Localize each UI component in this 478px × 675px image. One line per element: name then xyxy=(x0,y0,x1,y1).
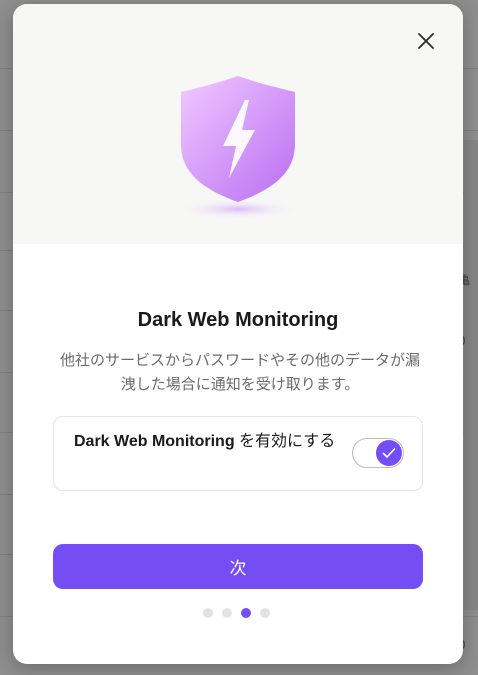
toggle-label-feature: Dark Web Monitoring xyxy=(74,433,235,450)
pagination-dots xyxy=(203,607,273,619)
pagination-dot-active[interactable] xyxy=(241,608,251,618)
check-icon xyxy=(382,448,396,458)
dark-web-toggle-card: Dark Web Monitoring を有効にする xyxy=(53,416,423,491)
pagination-dot[interactable] xyxy=(260,608,270,618)
close-button[interactable] xyxy=(411,26,441,56)
modal-title: Dark Web Monitoring xyxy=(137,309,339,331)
toggle-label: Dark Web Monitoring を有効にする xyxy=(74,431,346,453)
shield-lightning-icon xyxy=(173,74,303,224)
modal-description: 他社のサービスからパスワードやその他のデータが漏洩した場合に通知を受け取ります。 xyxy=(59,351,420,393)
onboarding-modal: Dark Web Monitoring 他社のサービスからパスワードやその他のデ… xyxy=(13,4,463,664)
dark-web-monitoring-toggle[interactable] xyxy=(352,438,404,468)
toggle-label-action: を有効にする xyxy=(234,433,336,450)
close-icon xyxy=(418,33,434,49)
next-button[interactable]: 次 xyxy=(53,544,423,589)
pagination-dot[interactable] xyxy=(203,608,213,618)
pagination-dot[interactable] xyxy=(222,608,232,618)
background-scrollbar xyxy=(464,140,478,610)
toggle-knob xyxy=(376,440,402,466)
hero-illustration-panel xyxy=(13,4,463,244)
